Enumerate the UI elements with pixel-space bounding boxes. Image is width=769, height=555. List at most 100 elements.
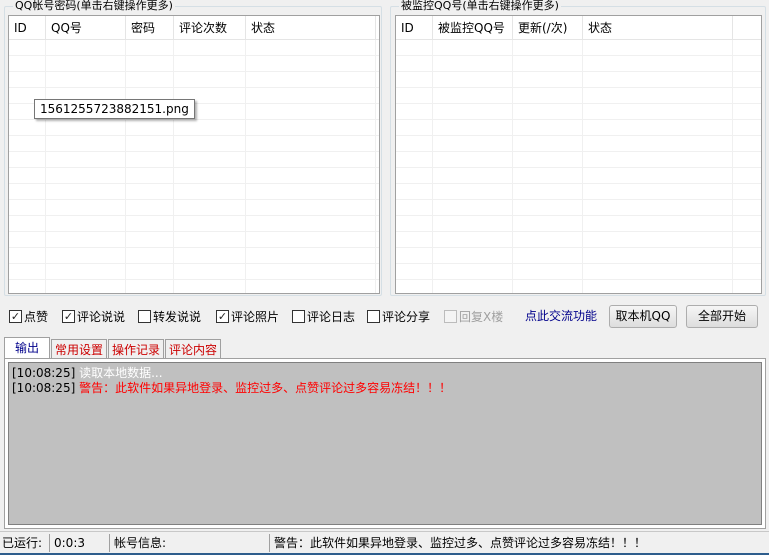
column-header-monitored-qq[interactable]: 被监控QQ号: [433, 16, 513, 40]
list-cell: [396, 152, 433, 168]
start-all-button[interactable]: 全部开始: [686, 305, 758, 328]
list-cell: [513, 248, 583, 264]
get-local-qq-button[interactable]: 取本机QQ: [609, 305, 677, 328]
list-row[interactable]: [9, 264, 379, 280]
list-cell: [583, 168, 733, 184]
list-cell: [583, 264, 733, 280]
list-row[interactable]: [396, 200, 761, 216]
list-row[interactable]: [9, 200, 379, 216]
runtime-label: 已运行:: [0, 533, 50, 552]
column-header-id[interactable]: ID: [9, 16, 46, 40]
list-row[interactable]: [9, 184, 379, 200]
qq-account-list-body: [9, 40, 379, 293]
list-row[interactable]: [9, 152, 379, 168]
list-cell: [396, 88, 433, 104]
list-cell: [246, 88, 376, 104]
forward-shuoshuo-checkbox[interactable]: 转发说说: [138, 308, 201, 324]
list-row[interactable]: [9, 168, 379, 184]
checkbox-label: 评论分享: [382, 309, 431, 324]
like-checkbox[interactable]: ✓ 点赞: [9, 308, 48, 324]
list-row[interactable]: [396, 216, 761, 232]
list-row[interactable]: [396, 56, 761, 72]
column-header-id[interactable]: ID: [396, 16, 433, 40]
list-row[interactable]: [396, 104, 761, 120]
list-cell: [126, 200, 174, 216]
qq-account-list[interactable]: ID QQ号 密码 评论次数 状态: [8, 15, 380, 294]
list-row[interactable]: [9, 248, 379, 264]
monitored-qq-list[interactable]: ID 被监控QQ号 更新(/次) 状态: [395, 15, 762, 294]
account-value: [170, 533, 270, 552]
list-row[interactable]: [9, 56, 379, 72]
comment-share-checkbox[interactable]: 评论分享: [367, 308, 430, 324]
monitored-qq-list-body: [396, 40, 761, 293]
list-cell: [246, 168, 376, 184]
list-row[interactable]: [396, 248, 761, 264]
list-cell: [513, 280, 583, 293]
list-cell: [46, 168, 126, 184]
list-row[interactable]: [396, 120, 761, 136]
comment-photo-checkbox[interactable]: ✓ 评论照片: [216, 308, 279, 324]
list-row[interactable]: [396, 88, 761, 104]
qq-account-group: QQ帐号密码(单击右键操作更多) ID QQ号 密码 评论次数 状态: [4, 0, 382, 296]
list-cell: [9, 280, 46, 293]
list-row[interactable]: [9, 280, 379, 293]
list-row[interactable]: [9, 72, 379, 88]
comment-shuoshuo-checkbox[interactable]: ✓ 评论说说: [62, 308, 125, 324]
column-header-status[interactable]: 状态: [246, 16, 376, 40]
list-cell: [396, 168, 433, 184]
list-cell: [513, 72, 583, 88]
list-cell: [583, 216, 733, 232]
list-row[interactable]: [9, 120, 379, 136]
column-header-update-count[interactable]: 更新(/次): [513, 16, 583, 40]
checkbox-box[interactable]: ✓: [216, 309, 229, 323]
list-row[interactable]: [396, 136, 761, 152]
list-row[interactable]: [9, 40, 379, 56]
checkbox-box[interactable]: ✓: [62, 309, 75, 323]
list-cell: [46, 152, 126, 168]
column-header-status[interactable]: 状态: [583, 16, 733, 40]
list-cell: [9, 56, 46, 72]
list-cell: [174, 136, 246, 152]
list-row[interactable]: [9, 232, 379, 248]
list-cell: [433, 152, 513, 168]
list-row[interactable]: [396, 184, 761, 200]
checkbox-box[interactable]: [292, 309, 305, 323]
list-cell: [46, 40, 126, 56]
checkbox-box[interactable]: [367, 309, 380, 323]
list-row[interactable]: [9, 216, 379, 232]
list-row[interactable]: [396, 152, 761, 168]
comment-diary-checkbox[interactable]: 评论日志: [292, 308, 355, 324]
list-cell: [9, 120, 46, 136]
checkbox-box[interactable]: ✓: [9, 309, 22, 323]
log-timestamp: [10:08:25]: [12, 381, 76, 395]
list-row[interactable]: [396, 232, 761, 248]
list-row[interactable]: [396, 264, 761, 280]
column-header-qq[interactable]: QQ号: [46, 16, 126, 40]
list-cell: [174, 184, 246, 200]
list-cell: [246, 136, 376, 152]
list-cell: [433, 248, 513, 264]
column-header-comment-count[interactable]: 评论次数: [174, 16, 246, 40]
list-cell: [174, 40, 246, 56]
list-cell: [583, 152, 733, 168]
list-cell: [583, 72, 733, 88]
list-cell: [513, 184, 583, 200]
log-line: [10:08:25] 警告：此软件如果异地登录、监控过多、点赞评论过多容易冻结！…: [12, 381, 758, 396]
list-cell: [433, 40, 513, 56]
output-log[interactable]: [10:08:25] 读取本地数据... [10:08:25] 警告：此软件如果…: [8, 362, 762, 525]
list-cell: [396, 56, 433, 72]
list-row[interactable]: [9, 136, 379, 152]
filename-tooltip: 1561255723882151.png: [34, 99, 195, 119]
list-row[interactable]: [396, 40, 761, 56]
column-header-password[interactable]: 密码: [126, 16, 174, 40]
list-row[interactable]: [396, 168, 761, 184]
list-cell: [396, 184, 433, 200]
checkbox-box[interactable]: [138, 309, 151, 323]
list-cell: [174, 232, 246, 248]
list-row[interactable]: [396, 72, 761, 88]
list-row[interactable]: [396, 280, 761, 293]
feedback-link[interactable]: 点此交流功能: [525, 307, 597, 324]
list-cell: [513, 40, 583, 56]
list-cell: [126, 72, 174, 88]
list-cell: [433, 104, 513, 120]
